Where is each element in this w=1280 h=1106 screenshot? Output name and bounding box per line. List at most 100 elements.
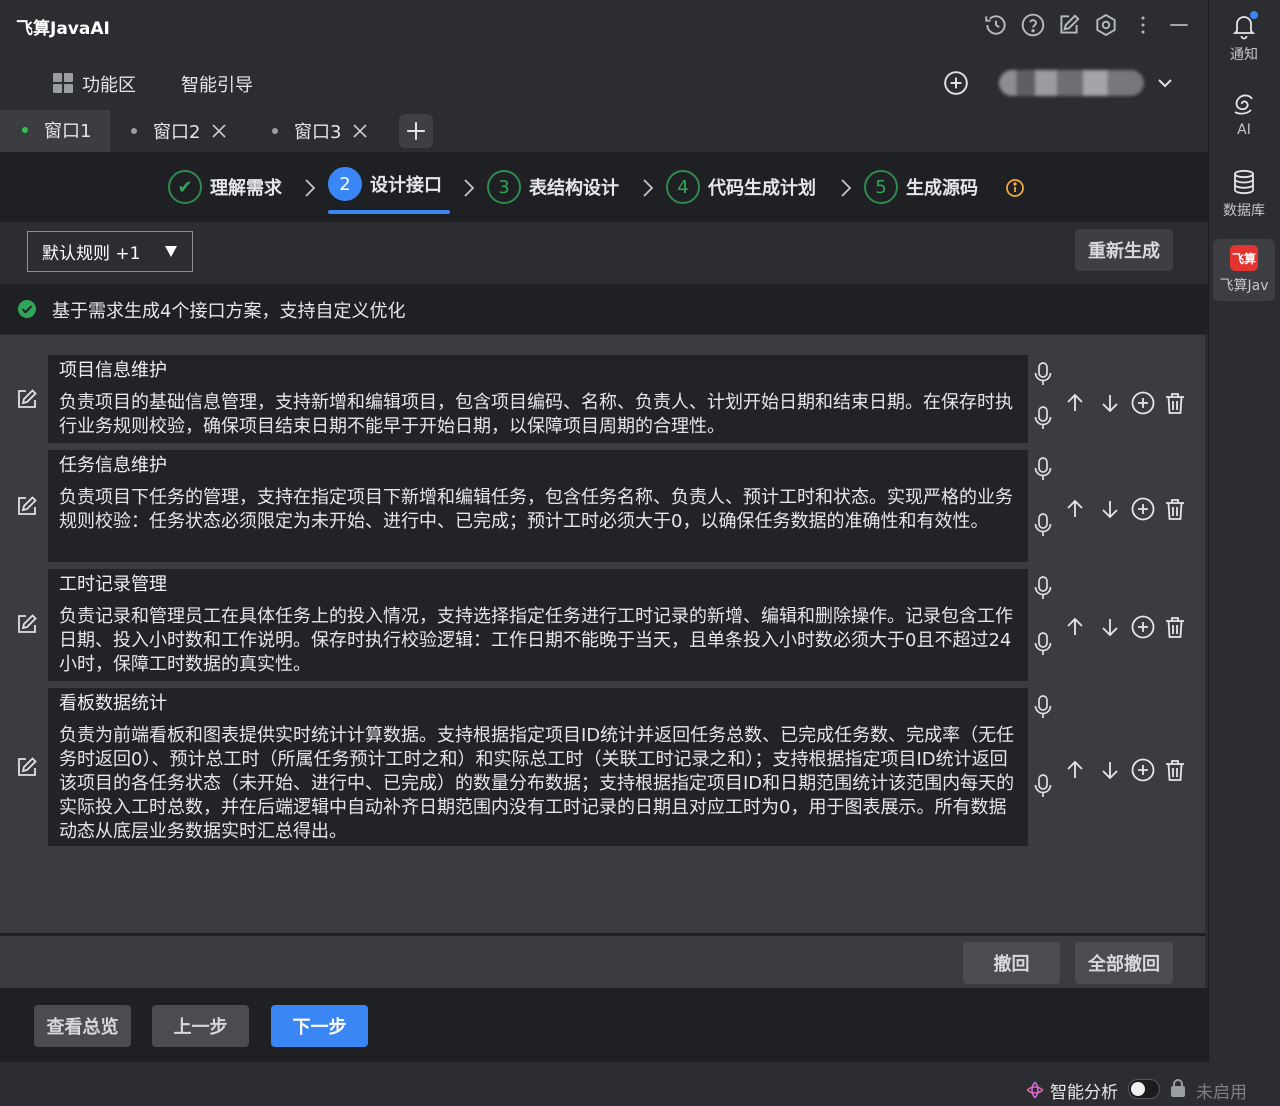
mic-icon[interactable] (1032, 575, 1054, 601)
delete-icon[interactable] (1162, 496, 1188, 522)
window-tab-label: 窗口1 (44, 121, 92, 142)
step-1[interactable]: ✔ 理解需求 (168, 170, 282, 204)
interface-card-1[interactable]: 项目信息维护 负责项目的基础信息管理，支持新增和编辑项目，包含项目编码、名称、负… (48, 355, 1028, 443)
delete-icon[interactable] (1162, 614, 1188, 640)
interface-title: 任务信息维护 (59, 455, 167, 476)
step-4[interactable]: 4 代码生成计划 (666, 170, 816, 204)
mic-icon[interactable] (1032, 773, 1054, 799)
regenerate-button[interactable]: 重新生成 (1075, 229, 1173, 271)
chevron-down-icon[interactable] (1156, 74, 1174, 92)
next-step-button[interactable]: 下一步 (271, 1005, 368, 1047)
step-label: 生成源码 (906, 178, 978, 199)
step-label: 设计接口 (370, 175, 442, 196)
add-tab-button[interactable] (399, 114, 433, 148)
ai-analysis-label: 智能分析 (1050, 1083, 1118, 1103)
ai-icon (1234, 94, 1253, 115)
active-dot (22, 127, 28, 133)
interface-desc: 负责项目下任务的管理，支持在指定项目下新增和编辑任务，包含任务名称、负责人、预计… (59, 487, 1013, 532)
edit-icon[interactable] (15, 387, 39, 411)
step-2[interactable]: 2 设计接口 (328, 167, 442, 201)
edit-note-icon[interactable] (1056, 12, 1082, 38)
arrow-down-icon[interactable] (1097, 390, 1123, 416)
prev-step-button[interactable]: 上一步 (152, 1005, 249, 1047)
overview-button[interactable]: 查看总览 (34, 1005, 131, 1047)
database-icon (1234, 169, 1254, 195)
interface-desc: 负责项目的基础信息管理，支持新增和编辑项目，包含项目编码、名称、负责人、计划开始… (59, 392, 1013, 437)
edit-icon[interactable] (15, 755, 39, 779)
sidebar-item-label: AI (1237, 122, 1251, 138)
delete-icon[interactable] (1162, 390, 1188, 416)
chevron-right-icon (640, 176, 656, 200)
step-label: 理解需求 (210, 178, 282, 199)
menu-func[interactable]: 功能区 (82, 71, 136, 97)
help-icon[interactable] (1020, 12, 1046, 38)
right-sidebar (1208, 0, 1280, 1062)
close-tab-icon[interactable] (210, 122, 228, 140)
mic-icon[interactable] (1032, 512, 1054, 538)
settings-icon[interactable] (1093, 12, 1119, 38)
interface-title: 看板数据统计 (59, 693, 167, 714)
arrow-down-icon[interactable] (1097, 757, 1123, 783)
delete-icon[interactable] (1162, 757, 1188, 783)
arrow-up-icon[interactable] (1062, 496, 1088, 522)
window-tab-2[interactable]: 窗口2 (131, 110, 228, 152)
mic-icon[interactable] (1032, 361, 1054, 387)
interface-card-3[interactable]: 工时记录管理 负责记录和管理员工在具体任务上的投入情况，支持选择指定任务进行工时… (48, 569, 1028, 681)
chevron-right-icon (461, 176, 477, 200)
add-row-icon[interactable] (1130, 614, 1156, 640)
inactive-dot (272, 128, 278, 134)
mic-icon[interactable] (1032, 456, 1054, 482)
success-check-icon (17, 299, 37, 319)
sidebar-item-ai[interactable]: AI (1213, 90, 1275, 138)
add-row-icon[interactable] (1130, 390, 1156, 416)
grid-icon (52, 72, 74, 94)
info-icon[interactable] (1005, 178, 1025, 198)
arrow-up-icon[interactable] (1062, 757, 1088, 783)
chevron-right-icon (302, 176, 318, 200)
interface-title: 工时记录管理 (59, 574, 167, 595)
rule-select-value: 默认规则 +1 (42, 244, 141, 264)
edit-icon[interactable] (15, 494, 39, 518)
add-row-icon[interactable] (1130, 757, 1156, 783)
caret-down-icon[interactable] (164, 244, 178, 258)
sidebar-item-database[interactable]: 数据库 (1213, 168, 1275, 220)
step-5[interactable]: 5 生成源码 (864, 170, 978, 204)
close-tab-icon[interactable] (351, 122, 369, 140)
minimize-icon[interactable] (1166, 12, 1192, 38)
sidebar-item-feisuan[interactable]: 飞算 飞算Jav (1213, 239, 1275, 301)
step-number: 3 (487, 170, 521, 204)
mic-icon[interactable] (1032, 694, 1054, 720)
arrow-down-icon[interactable] (1097, 614, 1123, 640)
edit-icon[interactable] (15, 612, 39, 636)
mic-icon[interactable] (1032, 405, 1054, 431)
inactive-dot (131, 128, 137, 134)
mic-icon[interactable] (1032, 631, 1054, 657)
undo-all-button[interactable]: 全部撤回 (1075, 942, 1173, 984)
interface-desc: 负责为前端看板和图表提供实时统计计算数据。支持根据指定项目ID统计并返回任务总数… (59, 725, 1015, 842)
interface-desc: 负责记录和管理员工在具体任务上的投入情况，支持选择指定任务进行工时记录的新增、编… (59, 606, 1013, 675)
window-tab-3[interactable]: 窗口3 (272, 110, 369, 152)
step-number: 5 (864, 170, 898, 204)
interface-card-2[interactable]: 任务信息维护 负责项目下任务的管理，支持在指定项目下新增和编辑任务，包含任务名称… (48, 450, 1028, 562)
step-3[interactable]: 3 表结构设计 (487, 170, 619, 204)
user-account-blurred[interactable] (999, 70, 1144, 96)
app-title: 飞算JavaAI (16, 19, 110, 39)
history-icon[interactable] (983, 12, 1009, 38)
interface-card-4[interactable]: 看板数据统计 负责为前端看板和图表提供实时统计计算数据。支持根据指定项目ID统计… (48, 688, 1028, 846)
window-tab-label: 窗口2 (153, 122, 201, 143)
sidebar-item-label: 数据库 (1223, 203, 1265, 219)
arrow-up-icon[interactable] (1062, 614, 1088, 640)
step-label: 表结构设计 (529, 178, 619, 199)
add-circle-icon[interactable] (943, 70, 969, 96)
window-tab-label: 窗口3 (294, 122, 342, 143)
step-number: 4 (666, 170, 700, 204)
arrow-down-icon[interactable] (1097, 496, 1123, 522)
add-row-icon[interactable] (1130, 496, 1156, 522)
arrow-up-icon[interactable] (1062, 390, 1088, 416)
sidebar-item-notify[interactable]: 通知 (1213, 12, 1275, 64)
menu-guide[interactable]: 智能引导 (181, 71, 253, 97)
window-tab-1[interactable]: 窗口1 (0, 110, 110, 152)
undo-button[interactable]: 撤回 (963, 942, 1060, 984)
more-icon[interactable] (1130, 12, 1156, 38)
plus-icon (407, 122, 425, 140)
